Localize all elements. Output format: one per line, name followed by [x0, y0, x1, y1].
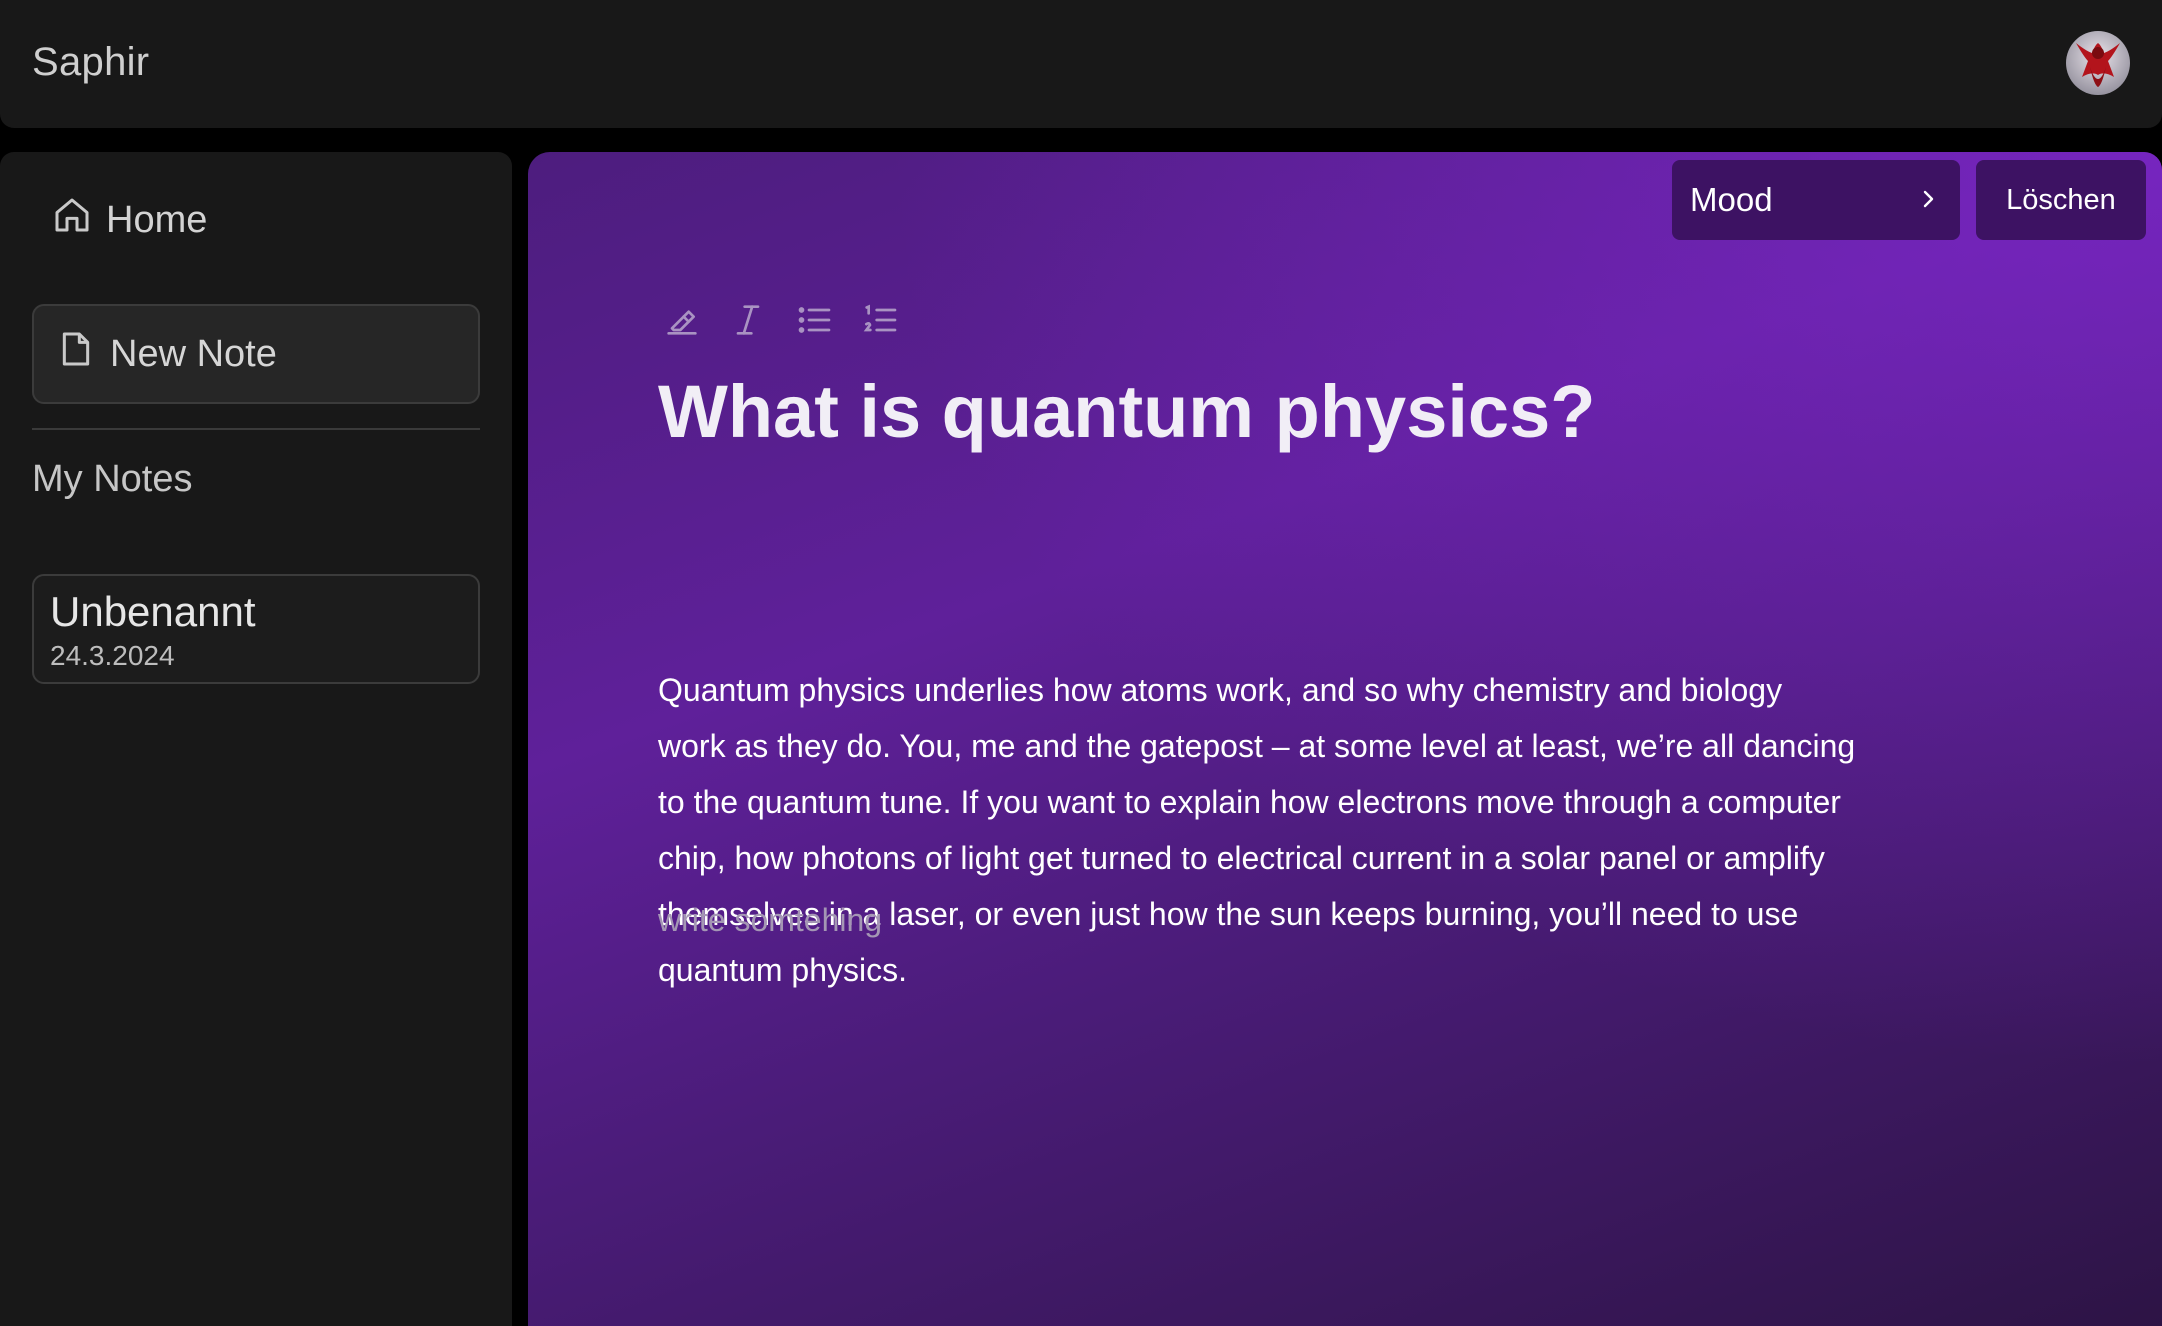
- editor-panel: Mood Löschen What is quantum physics? Qu…: [528, 152, 2162, 1326]
- sidebar-divider: [32, 428, 480, 430]
- user-avatar-icon[interactable]: [2066, 31, 2130, 95]
- my-notes-heading: My Notes: [32, 458, 193, 500]
- file-icon: [56, 329, 96, 379]
- chevron-right-icon: [1918, 181, 1938, 219]
- sidebar: Home New Note My Notes Unbenannt 24.3.20…: [0, 152, 512, 1326]
- note-title: Unbenannt: [50, 588, 256, 635]
- home-icon: [52, 195, 92, 245]
- mood-label: Mood: [1690, 181, 1773, 218]
- bullet-list-icon[interactable]: [792, 298, 836, 342]
- numbered-list-icon[interactable]: [858, 298, 902, 342]
- new-note-label: New Note: [110, 332, 277, 375]
- editor-input-placeholder[interactable]: write somtehing: [658, 892, 1558, 948]
- note-list-item[interactable]: Unbenannt 24.3.2024: [32, 574, 480, 684]
- note-date: 24.3.2024: [50, 640, 175, 671]
- top-bar: Saphir: [0, 0, 2162, 128]
- app-name: Saphir: [32, 40, 150, 84]
- new-note-button[interactable]: New Note: [32, 304, 480, 404]
- sidebar-item-home[interactable]: Home: [52, 192, 207, 248]
- italic-icon[interactable]: [726, 298, 770, 342]
- delete-button[interactable]: Löschen: [1976, 160, 2146, 240]
- highlight-icon[interactable]: [660, 298, 704, 342]
- mood-button[interactable]: Mood: [1672, 160, 1960, 240]
- sidebar-item-label: Home: [106, 198, 208, 241]
- note-title-heading[interactable]: What is quantum physics?: [658, 366, 1958, 458]
- format-toolbar: [660, 296, 902, 344]
